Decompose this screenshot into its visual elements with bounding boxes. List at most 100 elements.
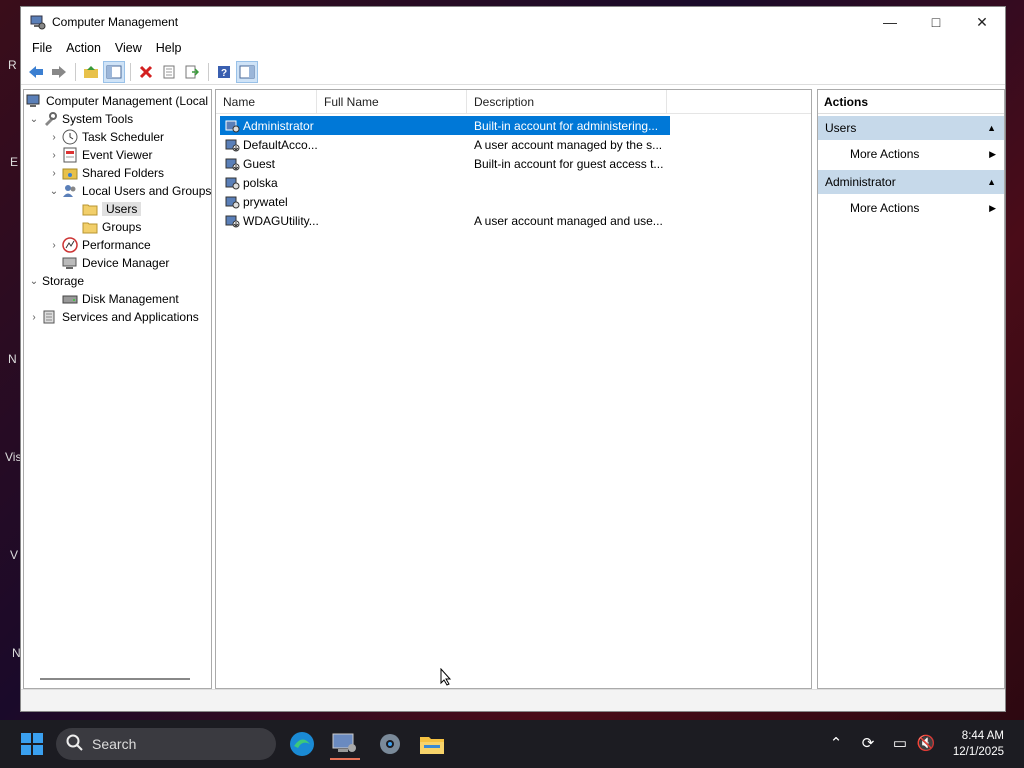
table-row[interactable]: prywatel [220, 192, 811, 211]
sync-icon[interactable]: ⟳ [858, 734, 878, 754]
name-cell: Administrator [220, 118, 318, 134]
collapse-chevron-icon[interactable]: ⌄ [26, 114, 42, 125]
search-placeholder: Search [92, 736, 137, 752]
tree-label: Event Viewer [82, 148, 153, 162]
performance-icon [62, 237, 78, 253]
tree-item-services-apps[interactable]: › Services and Applications [26, 308, 198, 326]
show-hide-action-pane-button[interactable] [236, 60, 258, 83]
event-viewer-icon [62, 147, 78, 163]
windows-start-icon[interactable] [20, 732, 44, 756]
collapse-caret-icon[interactable]: ▲ [987, 116, 996, 140]
user-icon [225, 175, 241, 191]
disk-icon [62, 291, 78, 307]
collapse-chevron-icon[interactable]: ⌄ [46, 186, 62, 197]
taskbar-search[interactable]: Search [56, 728, 276, 760]
folder-icon [82, 201, 98, 217]
clock[interactable]: 8:44 AM 12/1/2025 [953, 728, 1004, 760]
user-icon [225, 118, 241, 134]
tree-item-task-scheduler[interactable]: › Task Scheduler [46, 128, 164, 146]
tree-label: Disk Management [82, 292, 179, 306]
name-cell: DefaultAcco... [220, 137, 318, 153]
desktop-fragment: V [10, 548, 19, 562]
toolbar-separator [130, 62, 131, 81]
window-title: Computer Management [52, 15, 179, 29]
section-label: Administrator [825, 175, 896, 189]
expand-chevron-icon[interactable]: › [46, 168, 62, 179]
system-tools-icon [42, 111, 58, 127]
expand-chevron-icon[interactable]: › [46, 132, 62, 143]
tree-item-disk-management[interactable]: Disk Management [62, 290, 179, 308]
table-row[interactable]: polska [220, 173, 811, 192]
tree-label: Performance [82, 238, 151, 252]
minimize-button[interactable]: — [867, 7, 913, 37]
collapse-caret-icon[interactable]: ▲ [987, 170, 996, 194]
shared-folder-icon [62, 165, 78, 181]
volume-muted-icon[interactable]: 🔇 [916, 734, 936, 754]
column-header-description[interactable]: Description [467, 90, 667, 114]
folder-icon [82, 219, 98, 235]
toolbar: ? [21, 59, 1005, 85]
edge-icon[interactable] [288, 730, 316, 758]
table-row[interactable]: Guest Built-in account for guest access … [220, 154, 811, 173]
back-button[interactable] [25, 61, 47, 83]
help-button[interactable]: ? [213, 61, 235, 83]
name-cell: WDAGUtility... [220, 213, 318, 229]
horizontal-scrollbar[interactable] [40, 678, 190, 680]
column-header-full-name[interactable]: Full Name [317, 90, 467, 114]
table-row[interactable]: WDAGUtility... A user account managed an… [220, 211, 811, 230]
expand-chevron-icon[interactable]: › [46, 240, 62, 251]
expand-chevron-icon[interactable]: › [46, 150, 62, 161]
maximize-button[interactable]: □ [913, 7, 959, 37]
forward-button[interactable] [48, 61, 70, 83]
properties-button[interactable] [158, 61, 180, 83]
toolbar-separator [208, 62, 209, 81]
tree-item-users[interactable]: Users [82, 200, 142, 218]
menu-action[interactable]: Action [59, 41, 108, 55]
network-icon[interactable]: ▭ [890, 734, 910, 754]
desktop-fragment: E [10, 155, 19, 169]
file-explorer-icon[interactable] [418, 730, 446, 758]
show-hidden-icons-chevron-icon[interactable]: ⌃ [826, 734, 846, 754]
close-button[interactable]: ✕ [959, 7, 1005, 37]
up-folder-button[interactable] [80, 61, 102, 83]
tree-label: Task Scheduler [82, 130, 165, 144]
list-body: Administrator Built-in account for admin… [216, 114, 811, 230]
title-bar: Computer Management — □ ✕ [21, 7, 1005, 37]
settings-icon[interactable] [376, 730, 404, 758]
menu-help[interactable]: Help [149, 41, 189, 55]
table-row[interactable]: DefaultAcco... A user account managed by… [220, 135, 811, 154]
more-actions-administrator[interactable]: More Actions ▶ [818, 194, 1004, 222]
tree-item-event-viewer[interactable]: › Event Viewer [46, 146, 152, 164]
tree-item-local-users-groups[interactable]: ⌄ Local Users and Groups [46, 182, 211, 200]
menu-file[interactable]: File [25, 41, 59, 55]
tree-item-device-manager[interactable]: Device Manager [62, 254, 169, 272]
submenu-arrow-icon: ▶ [989, 203, 996, 213]
table-row[interactable]: Administrator Built-in account for admin… [220, 116, 670, 135]
delete-button[interactable] [135, 61, 157, 83]
tree-item-performance[interactable]: › Performance [46, 236, 151, 254]
tree-label: Groups [102, 220, 142, 234]
menu-view[interactable]: View [108, 41, 149, 55]
tree-label: System Tools [62, 112, 134, 126]
tree-item-storage[interactable]: ⌄ Storage [26, 272, 84, 290]
desktop-fragment: N [8, 352, 17, 366]
description-cell: A user account managed by the s... [474, 137, 663, 152]
show-hide-tree-button[interactable] [103, 60, 125, 83]
tree-item-system-tools[interactable]: ⌄ System Tools [26, 110, 133, 128]
more-actions-users[interactable]: More Actions ▶ [818, 140, 1004, 168]
actions-section-administrator[interactable]: Administrator ▲ [818, 170, 1004, 194]
collapse-chevron-icon[interactable]: ⌄ [26, 276, 42, 287]
svg-text:?: ? [221, 68, 227, 79]
tree-item-groups[interactable]: Groups [82, 218, 141, 236]
clock-time: 8:44 AM [961, 730, 1004, 742]
actions-section-users[interactable]: Users ▲ [818, 116, 1004, 140]
column-header-name[interactable]: Name [216, 90, 317, 114]
actions-title: Actions [818, 90, 1004, 114]
tree-item-root[interactable]: Computer Management (Local [26, 92, 208, 110]
tree-item-shared-folders[interactable]: › Shared Folders [46, 164, 164, 182]
taskbar: Search ⌃ ⟳ ▭ 🔇 8:44 AM 12/1/2025 [0, 720, 1024, 768]
expand-chevron-icon[interactable]: › [26, 312, 42, 323]
status-bar [21, 689, 1005, 711]
computer-management-taskbar-icon[interactable] [330, 728, 360, 760]
export-list-button[interactable] [181, 61, 203, 83]
